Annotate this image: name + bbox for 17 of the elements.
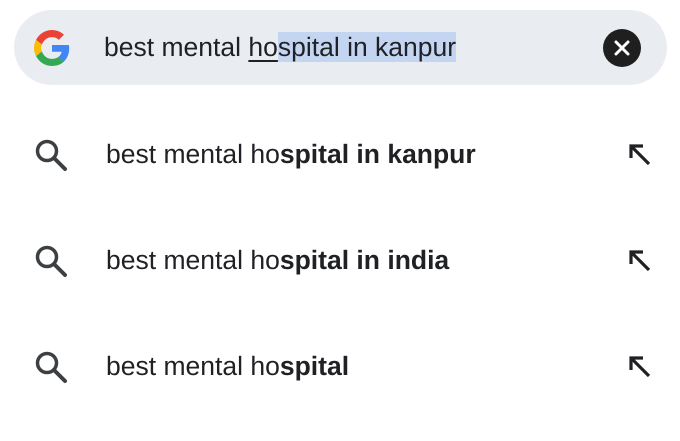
search-icon (34, 350, 68, 384)
search-bar[interactable]: best mental hospital in kanpur (14, 10, 667, 85)
arrow-icon[interactable] (628, 143, 652, 167)
search-field[interactable]: best mental hospital in kanpur (104, 28, 603, 68)
arrow-icon[interactable] (628, 249, 652, 273)
suggestion-row[interactable]: best mental hospital in kanpur (0, 102, 680, 208)
suggestion-text: best mental hospital in india (106, 244, 450, 278)
search-icon (34, 138, 68, 172)
close-icon (614, 40, 630, 56)
clear-button[interactable] (603, 28, 641, 66)
arrow-icon[interactable] (628, 355, 652, 379)
google-logo-icon (34, 30, 70, 66)
search-icon (34, 244, 68, 278)
suggestion-text: best mental hospital in kanpur (106, 138, 477, 172)
suggestion-row[interactable]: best mental hospital (0, 314, 680, 420)
suggestion-row[interactable]: best mental hospital in india (0, 208, 680, 314)
suggestion-text: best mental hospital (106, 350, 350, 384)
